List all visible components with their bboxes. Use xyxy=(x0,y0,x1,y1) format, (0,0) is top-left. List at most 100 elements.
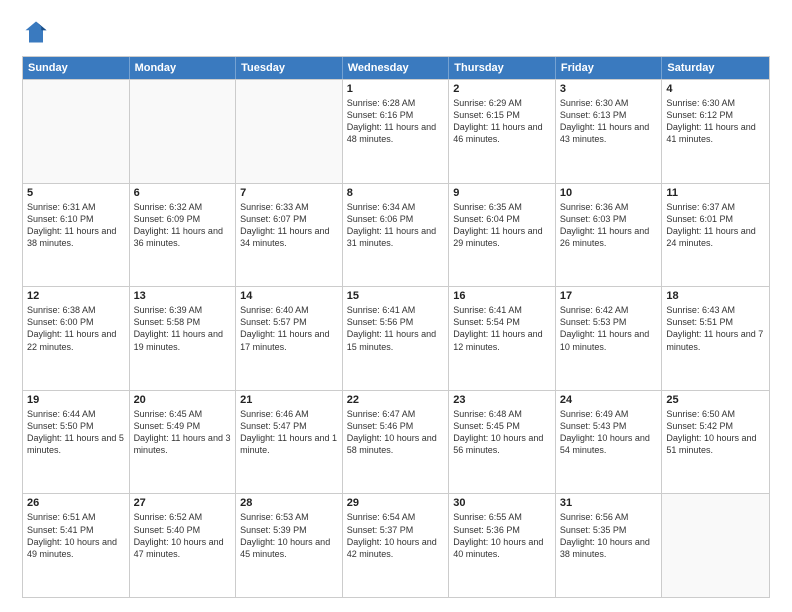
calendar-cell: 30Sunrise: 6:55 AM Sunset: 5:36 PM Dayli… xyxy=(449,494,556,597)
calendar-cell: 29 Sunrise: 6:54 AM Sunset: 5:37 PM Dayli… xyxy=(343,494,450,597)
calendar-cell: 5 Sunrise: 6:31 AM Sunset: 6:10 PM Daylig… xyxy=(23,184,130,287)
calendar-cell: 20 Sunrise: 6:45 AM Sunset: 5:49 PM Dayli… xyxy=(130,391,237,494)
weekday-header: Thursday xyxy=(449,57,556,79)
day-number: 13 xyxy=(134,290,232,302)
calendar-cell: 25 Sunrise: 6:50 AM Sunset: 5:42 PM Dayli… xyxy=(662,391,769,494)
calendar-cell xyxy=(23,80,130,183)
cell-text: Sunrise: 6:56 AM Sunset: 5:35 PM Dayligh… xyxy=(560,511,658,560)
day-number: 28 xyxy=(240,497,338,509)
cell-text: Sunrise: 6:35 AM Sunset: 6:04 PM Dayligh… xyxy=(453,201,551,250)
cell-text: Sunrise: 6:33 AM Sunset: 6:07 PM Dayligh… xyxy=(240,201,338,250)
calendar-cell: 6Sunrise: 6:32 AM Sunset: 6:09 PM Daylig… xyxy=(130,184,237,287)
day-number: 12 xyxy=(27,290,125,302)
calendar-cell: 1 Sunrise: 6:28 AM Sunset: 6:16 PM Daylig… xyxy=(343,80,450,183)
day-number: 27 xyxy=(134,497,232,509)
day-number: 22 xyxy=(347,394,445,406)
logo xyxy=(22,18,54,46)
calendar-cell: 13 Sunrise: 6:39 AM Sunset: 5:58 PM Dayli… xyxy=(130,287,237,390)
page: SundayMondayTuesdayWednesdayThursdayFrid… xyxy=(0,0,792,612)
calendar-body: 1 Sunrise: 6:28 AM Sunset: 6:16 PM Daylig… xyxy=(23,79,769,597)
cell-text: Sunrise: 6:30 AM Sunset: 6:13 PM Dayligh… xyxy=(560,97,658,146)
cell-text: Sunrise: 6:52 AM Sunset: 5:40 PM Dayligh… xyxy=(134,511,232,560)
calendar-row: 26 Sunrise: 6:51 AM Sunset: 5:41 PM Dayli… xyxy=(23,493,769,597)
cell-text: Sunrise: 6:49 AM Sunset: 5:43 PM Dayligh… xyxy=(560,408,658,457)
day-number: 24 xyxy=(560,394,658,406)
calendar-cell: 4Sunrise: 6:30 AM Sunset: 6:12 PM Daylig… xyxy=(662,80,769,183)
day-number: 29 xyxy=(347,497,445,509)
day-number: 6 xyxy=(134,187,232,199)
day-number: 14 xyxy=(240,290,338,302)
cell-text: Sunrise: 6:53 AM Sunset: 5:39 PM Dayligh… xyxy=(240,511,338,560)
calendar-cell xyxy=(236,80,343,183)
day-number: 7 xyxy=(240,187,338,199)
calendar-cell: 12 Sunrise: 6:38 AM Sunset: 6:00 PM Dayli… xyxy=(23,287,130,390)
calendar-cell: 21Sunrise: 6:46 AM Sunset: 5:47 PM Dayli… xyxy=(236,391,343,494)
cell-text: Sunrise: 6:28 AM Sunset: 6:16 PM Dayligh… xyxy=(347,97,445,146)
day-number: 18 xyxy=(666,290,765,302)
calendar-cell xyxy=(662,494,769,597)
cell-text: Sunrise: 6:38 AM Sunset: 6:00 PM Dayligh… xyxy=(27,304,125,353)
weekday-header: Tuesday xyxy=(236,57,343,79)
cell-text: Sunrise: 6:47 AM Sunset: 5:46 PM Dayligh… xyxy=(347,408,445,457)
cell-text: Sunrise: 6:51 AM Sunset: 5:41 PM Dayligh… xyxy=(27,511,125,560)
cell-text: Sunrise: 6:29 AM Sunset: 6:15 PM Dayligh… xyxy=(453,97,551,146)
cell-text: Sunrise: 6:36 AM Sunset: 6:03 PM Dayligh… xyxy=(560,201,658,250)
cell-text: Sunrise: 6:31 AM Sunset: 6:10 PM Dayligh… xyxy=(27,201,125,250)
weekday-header: Monday xyxy=(130,57,237,79)
calendar-cell: 10 Sunrise: 6:36 AM Sunset: 6:03 PM Dayli… xyxy=(556,184,663,287)
weekday-header: Saturday xyxy=(662,57,769,79)
calendar-cell: 18Sunrise: 6:43 AM Sunset: 5:51 PM Dayli… xyxy=(662,287,769,390)
calendar-cell: 26 Sunrise: 6:51 AM Sunset: 5:41 PM Dayli… xyxy=(23,494,130,597)
calendar-cell: 22 Sunrise: 6:47 AM Sunset: 5:46 PM Dayli… xyxy=(343,391,450,494)
calendar-cell: 23Sunrise: 6:48 AM Sunset: 5:45 PM Dayli… xyxy=(449,391,556,494)
cell-text: Sunrise: 6:50 AM Sunset: 5:42 PM Dayligh… xyxy=(666,408,765,457)
day-number: 3 xyxy=(560,83,658,95)
day-number: 30 xyxy=(453,497,551,509)
header xyxy=(22,18,770,46)
calendar-header: SundayMondayTuesdayWednesdayThursdayFrid… xyxy=(23,57,769,79)
day-number: 25 xyxy=(666,394,765,406)
calendar: SundayMondayTuesdayWednesdayThursdayFrid… xyxy=(22,56,770,598)
cell-text: Sunrise: 6:41 AM Sunset: 5:56 PM Dayligh… xyxy=(347,304,445,353)
calendar-row: 1 Sunrise: 6:28 AM Sunset: 6:16 PM Daylig… xyxy=(23,79,769,183)
cell-text: Sunrise: 6:39 AM Sunset: 5:58 PM Dayligh… xyxy=(134,304,232,353)
calendar-row: 12 Sunrise: 6:38 AM Sunset: 6:00 PM Dayli… xyxy=(23,286,769,390)
day-number: 2 xyxy=(453,83,551,95)
day-number: 11 xyxy=(666,187,765,199)
cell-text: Sunrise: 6:37 AM Sunset: 6:01 PM Dayligh… xyxy=(666,201,765,250)
day-number: 21 xyxy=(240,394,338,406)
day-number: 20 xyxy=(134,394,232,406)
calendar-cell: 31Sunrise: 6:56 AM Sunset: 5:35 PM Dayli… xyxy=(556,494,663,597)
cell-text: Sunrise: 6:30 AM Sunset: 6:12 PM Dayligh… xyxy=(666,97,765,146)
cell-text: Sunrise: 6:41 AM Sunset: 5:54 PM Dayligh… xyxy=(453,304,551,353)
calendar-cell: 27 Sunrise: 6:52 AM Sunset: 5:40 PM Dayli… xyxy=(130,494,237,597)
calendar-row: 19 Sunrise: 6:44 AM Sunset: 5:50 PM Dayli… xyxy=(23,390,769,494)
cell-text: Sunrise: 6:40 AM Sunset: 5:57 PM Dayligh… xyxy=(240,304,338,353)
day-number: 19 xyxy=(27,394,125,406)
cell-text: Sunrise: 6:42 AM Sunset: 5:53 PM Dayligh… xyxy=(560,304,658,353)
calendar-cell xyxy=(130,80,237,183)
weekday-header: Sunday xyxy=(23,57,130,79)
cell-text: Sunrise: 6:48 AM Sunset: 5:45 PM Dayligh… xyxy=(453,408,551,457)
calendar-cell: 24 Sunrise: 6:49 AM Sunset: 5:43 PM Dayli… xyxy=(556,391,663,494)
day-number: 9 xyxy=(453,187,551,199)
calendar-cell: 2 Sunrise: 6:29 AM Sunset: 6:15 PM Daylig… xyxy=(449,80,556,183)
calendar-cell: 15Sunrise: 6:41 AM Sunset: 5:56 PM Dayli… xyxy=(343,287,450,390)
calendar-cell: 28 Sunrise: 6:53 AM Sunset: 5:39 PM Dayli… xyxy=(236,494,343,597)
calendar-cell: 14 Sunrise: 6:40 AM Sunset: 5:57 PM Dayli… xyxy=(236,287,343,390)
day-number: 5 xyxy=(27,187,125,199)
calendar-cell: 3 Sunrise: 6:30 AM Sunset: 6:13 PM Daylig… xyxy=(556,80,663,183)
day-number: 8 xyxy=(347,187,445,199)
day-number: 1 xyxy=(347,83,445,95)
day-number: 17 xyxy=(560,290,658,302)
day-number: 10 xyxy=(560,187,658,199)
logo-icon xyxy=(22,18,50,46)
day-number: 16 xyxy=(453,290,551,302)
cell-text: Sunrise: 6:45 AM Sunset: 5:49 PM Dayligh… xyxy=(134,408,232,457)
cell-text: Sunrise: 6:54 AM Sunset: 5:37 PM Dayligh… xyxy=(347,511,445,560)
cell-text: Sunrise: 6:44 AM Sunset: 5:50 PM Dayligh… xyxy=(27,408,125,457)
calendar-cell: 7 Sunrise: 6:33 AM Sunset: 6:07 PM Daylig… xyxy=(236,184,343,287)
calendar-cell: 9 Sunrise: 6:35 AM Sunset: 6:04 PM Daylig… xyxy=(449,184,556,287)
day-number: 26 xyxy=(27,497,125,509)
weekday-header: Friday xyxy=(556,57,663,79)
